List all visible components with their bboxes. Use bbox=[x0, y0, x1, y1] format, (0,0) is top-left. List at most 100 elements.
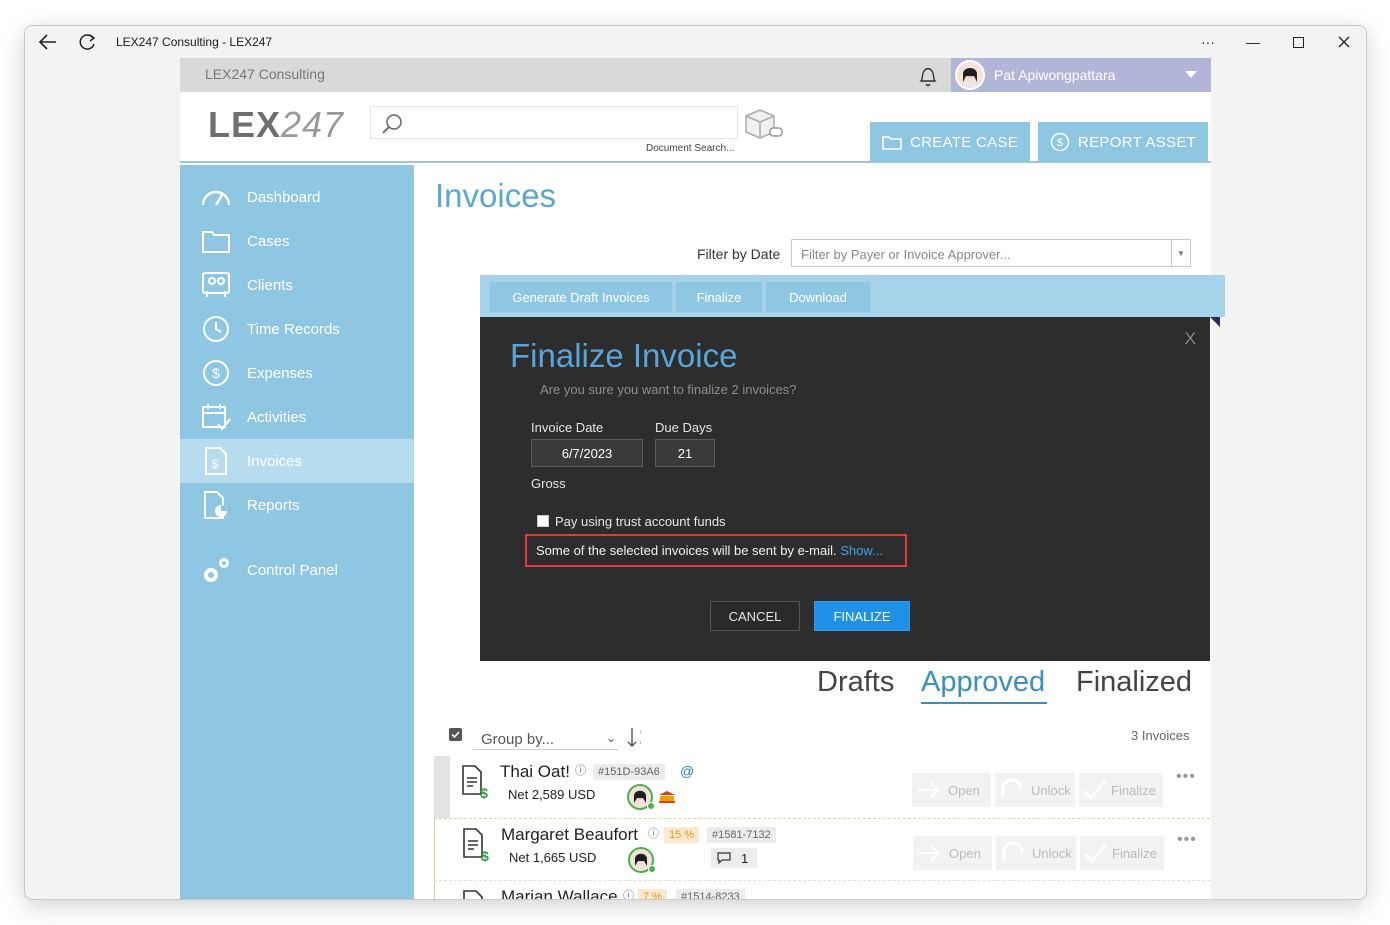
invoice-id: #1514-8233 bbox=[676, 889, 745, 899]
package-icon[interactable] bbox=[742, 106, 784, 142]
maximize-icon[interactable] bbox=[1275, 30, 1321, 54]
page-title: Invoices bbox=[435, 177, 557, 214]
chevron-down-icon bbox=[1185, 71, 1197, 78]
sidebar-item-dashboard[interactable]: Dashboard bbox=[180, 175, 414, 219]
info-icon[interactable]: ⓘ bbox=[623, 887, 634, 899]
sidebar-item-reports[interactable]: Reports bbox=[180, 483, 414, 527]
org-bar: LEX247 Consulting Pat Apiwongpattara bbox=[180, 58, 1211, 92]
show-link[interactable]: Show... bbox=[840, 543, 883, 558]
dashboard-icon bbox=[199, 182, 233, 212]
due-days-field[interactable]: 21 bbox=[655, 439, 715, 467]
invoice-icon: $ bbox=[462, 765, 488, 800]
close-icon[interactable]: X bbox=[1185, 329, 1196, 349]
approved-dot bbox=[648, 865, 656, 873]
search-icon bbox=[382, 114, 402, 134]
comment-icon bbox=[717, 852, 731, 864]
tab-finalized[interactable]: Finalized bbox=[1076, 666, 1192, 699]
search-input[interactable] bbox=[415, 112, 725, 134]
discount-badge: 15 % bbox=[664, 827, 700, 843]
net-amount: Net 2,589 USD bbox=[508, 787, 596, 802]
logo: LEX247 bbox=[208, 104, 345, 145]
svg-text:$: $ bbox=[212, 365, 220, 381]
refresh-icon[interactable] bbox=[77, 32, 99, 52]
row-indicator bbox=[434, 756, 450, 818]
report-asset-button[interactable]: $ REPORT ASSET bbox=[1038, 122, 1209, 162]
window-title: LEX247 Consulting - LEX247 bbox=[116, 35, 273, 49]
clock-icon bbox=[199, 314, 233, 344]
email-notice: Some of the selected invoices will be se… bbox=[525, 534, 907, 567]
report-icon bbox=[199, 490, 233, 520]
sidebar-item-expenses[interactable]: $ Expenses bbox=[180, 351, 414, 395]
document-search[interactable] bbox=[370, 106, 738, 139]
client-name: Margaret Beaufort bbox=[501, 825, 639, 844]
calendar-check-icon bbox=[199, 402, 233, 432]
sidebar-item-cases[interactable]: Cases bbox=[180, 219, 414, 263]
sidebar-item-time-records[interactable]: Time Records bbox=[180, 307, 414, 351]
gross-label: Gross bbox=[531, 476, 566, 491]
email-notice-text: Some of the selected invoices will be se… bbox=[536, 543, 837, 558]
more-icon[interactable]: ··· bbox=[1185, 30, 1231, 54]
unlock-button[interactable]: Unlock bbox=[995, 773, 1075, 807]
invoice-date-field[interactable]: 6/7/2023 bbox=[531, 439, 643, 467]
chevron-down-icon[interactable]: ▼ bbox=[1171, 240, 1190, 266]
invoice-action-bar: Generate Draft Invoices Finalize Downloa… bbox=[480, 275, 1225, 317]
sidebar-item-invoices[interactable]: $ Invoices bbox=[180, 439, 414, 483]
finalize-row-button[interactable]: Finalize bbox=[1079, 773, 1163, 807]
panel-corner bbox=[1210, 317, 1220, 327]
download-button[interactable]: Download bbox=[766, 282, 870, 312]
svg-text:↓: ↓ bbox=[639, 740, 642, 746]
info-icon[interactable]: ⓘ bbox=[648, 825, 659, 841]
close-icon[interactable] bbox=[1321, 30, 1366, 54]
minimize-icon[interactable]: — bbox=[1230, 30, 1276, 54]
sidebar-item-control-panel[interactable]: Control Panel bbox=[180, 548, 414, 592]
user-menu[interactable]: Pat Apiwongpattara bbox=[951, 58, 1211, 92]
finalize-button[interactable]: FINALIZE bbox=[814, 601, 910, 631]
invoice-count: 3 Invoices bbox=[1131, 728, 1190, 743]
invoice-icon: $ bbox=[199, 446, 233, 476]
discount-badge: 7 % bbox=[638, 889, 667, 899]
create-case-button[interactable]: CREATE CASE bbox=[870, 122, 1031, 162]
dialog-subtitle: Are you sure you want to finalize 2 invo… bbox=[540, 382, 797, 397]
table-row[interactable]: Marian Wallace ⓘ 7 % #1514-8233 bbox=[434, 880, 1210, 899]
search-caption: Document Search... bbox=[646, 143, 735, 154]
info-icon[interactable]: ⓘ bbox=[575, 762, 586, 778]
clients-icon bbox=[199, 270, 233, 300]
svg-text:$: $ bbox=[480, 785, 488, 800]
dollar-circle-icon: $ bbox=[199, 358, 233, 388]
tab-drafts[interactable]: Drafts bbox=[817, 666, 894, 699]
unlock-button[interactable]: Unlock bbox=[996, 836, 1076, 870]
filter-date-label[interactable]: Filter by Date bbox=[697, 246, 780, 262]
finalize-row-button[interactable]: Finalize bbox=[1080, 836, 1164, 870]
dialog-title: Finalize Invoice bbox=[510, 337, 738, 374]
org-name: LEX247 Consulting bbox=[205, 66, 325, 82]
sidebar-item-activities[interactable]: Activities bbox=[180, 395, 414, 439]
select-all-checkbox[interactable] bbox=[449, 728, 462, 741]
folder-icon bbox=[882, 136, 902, 150]
svg-text:$: $ bbox=[1057, 137, 1063, 149]
trust-funds-checkbox[interactable] bbox=[537, 515, 549, 527]
comments-badge[interactable]: 1 bbox=[711, 848, 757, 868]
cancel-button[interactable]: CANCEL bbox=[710, 601, 800, 631]
sidebar: Dashboard Cases Clients Time Records $ E… bbox=[180, 165, 414, 899]
sort-icon[interactable]: ↑↓ bbox=[626, 726, 644, 748]
invoice-icon: $ bbox=[463, 828, 489, 863]
table-row[interactable]: $ Margaret Beaufort ⓘ 15 % #1581-7132 Ne… bbox=[434, 818, 1210, 880]
open-button[interactable]: Open bbox=[912, 773, 991, 807]
bell-icon[interactable] bbox=[915, 63, 941, 89]
filter-payer-dropdown[interactable]: Filter by Payer or Invoice Approver... ▼ bbox=[791, 239, 1191, 267]
finalize-action-button[interactable]: Finalize bbox=[676, 282, 762, 312]
invoice-date-label: Invoice Date bbox=[531, 420, 604, 435]
tab-approved[interactable]: Approved bbox=[921, 666, 1045, 699]
group-by-dropdown[interactable]: Group by... ⌄ bbox=[473, 724, 618, 750]
invoice-id: #151D-93A6 bbox=[593, 764, 665, 780]
client-name: Marian Wallace bbox=[501, 887, 618, 899]
more-icon[interactable]: ••• bbox=[1176, 768, 1196, 786]
open-button[interactable]: Open bbox=[913, 836, 992, 870]
more-icon[interactable]: ••• bbox=[1177, 831, 1197, 849]
folder-icon bbox=[199, 226, 233, 256]
sidebar-item-clients[interactable]: Clients bbox=[180, 263, 414, 307]
generate-draft-invoices-button[interactable]: Generate Draft Invoices bbox=[490, 282, 672, 312]
table-row[interactable]: $ Thai Oat! ⓘ #151D-93A6 @ Net 2,589 USD… bbox=[434, 756, 1210, 818]
back-arrow-icon[interactable] bbox=[37, 32, 59, 52]
active-tab-indicator bbox=[921, 702, 1047, 704]
